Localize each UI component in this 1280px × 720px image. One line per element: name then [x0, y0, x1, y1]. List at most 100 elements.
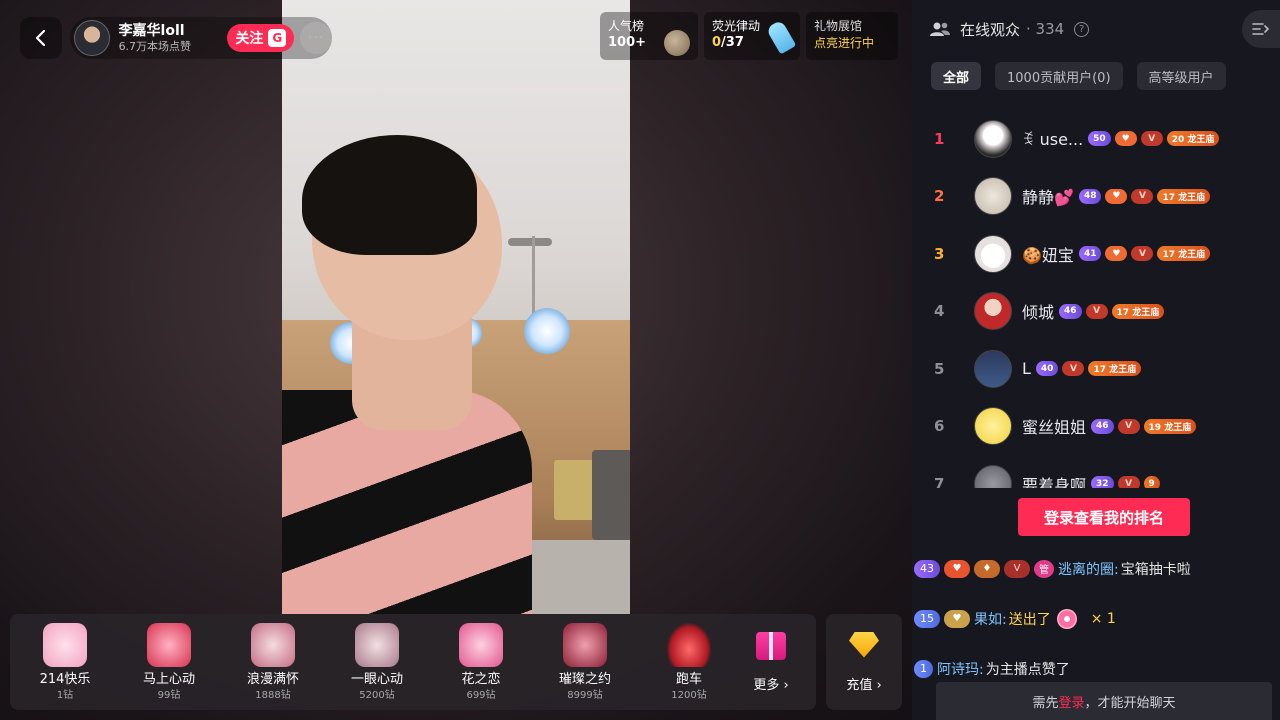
gift-item[interactable]: 马上心动 99钻 — [117, 614, 221, 710]
chat-username[interactable]: 阿诗玛: — [937, 659, 984, 679]
rank-row[interactable]: 3 🍪妞宝 41 ♥ V 17 龙王庙 — [912, 225, 1280, 283]
rank-row[interactable]: 2 静静💕 48 ♥ V 17 龙王庙 — [912, 168, 1280, 226]
vip-badge-icon: V — [1117, 476, 1140, 488]
streamer-name[interactable]: 李嘉华loll — [119, 23, 218, 40]
fluorescent-value: 0 — [712, 35, 722, 50]
gift-castle-icon — [563, 622, 607, 667]
lollipop-gift-icon — [1056, 608, 1077, 629]
audience-rank-list[interactable]: 1 ꉂ use... 50 ♥ V 20 龙王庙 2 静静💕 48 ♥ V 17… — [912, 110, 1280, 488]
vip-badge-icon: V — [1085, 303, 1108, 319]
recharge-button[interactable]: 充值 › — [826, 614, 902, 710]
tab-top-contributors[interactable]: 1000贡献用户(0) — [995, 62, 1123, 90]
back-button[interactable] — [20, 17, 62, 59]
rank-row[interactable]: 1 ꉂ use... 50 ♥ V 20 龙王庙 — [912, 110, 1280, 168]
gift-hall-title: 礼物展馆 — [814, 19, 863, 33]
avatar — [974, 234, 1012, 273]
chat-text: 送出了 — [1008, 611, 1051, 628]
gift-item[interactable]: 璀璨之约 8999钻 — [533, 614, 637, 710]
gift-price: 699钻 — [466, 689, 496, 701]
chat-message: 1 阿诗玛: 为主播点赞了 — [912, 652, 1280, 685]
gift-item[interactable]: 跑车 1200钻 — [637, 614, 741, 710]
fan-club-badge: 19 龙王庙 — [1143, 418, 1197, 434]
rank-number: 7 — [934, 474, 945, 488]
gift-price: 8999钻 — [567, 689, 603, 701]
rank-row[interactable]: 7 要着身啊 32 V 9 — [912, 455, 1280, 488]
streamer-avatar[interactable] — [74, 20, 110, 56]
diamond-icon — [849, 631, 879, 658]
rank-row[interactable]: 5 L 40 V 17 龙王庙 — [912, 340, 1280, 398]
vip-badge-icon: V — [1131, 188, 1154, 204]
avatar — [974, 177, 1012, 216]
gift-item[interactable]: 214快乐 1钻 — [13, 614, 117, 710]
gift-figure-icon — [251, 622, 295, 667]
question-icon[interactable]: ? — [1074, 21, 1090, 37]
avatar — [974, 407, 1012, 446]
avatar — [974, 349, 1012, 388]
fan-club-badge: 17 龙王庙 — [1157, 246, 1211, 262]
gift-price: 99钻 — [157, 689, 181, 701]
gift-name: 一眼心动 — [350, 671, 403, 687]
users-icon — [930, 22, 950, 36]
avatar — [974, 464, 1012, 488]
tab-all[interactable]: 全部 — [931, 62, 982, 90]
gift-item[interactable]: 浪漫满怀 1888钻 — [221, 614, 325, 710]
gift-flower-icon — [459, 622, 503, 667]
gift-more-button[interactable]: 更多 › — [741, 614, 801, 710]
gift-bar: 214快乐 1钻 马上心动 99钻 浪漫满怀 1888钻 一眼心动 5200钻 … — [10, 614, 816, 710]
audience-panel: 在线观众 · 334 ? 全部 1000贡献用户(0) 高等级用户 1 ꉂ us… — [912, 0, 1280, 720]
gift-item[interactable]: 一眼心动 5200钻 — [325, 614, 429, 710]
gift-name: 214快乐 — [39, 671, 91, 687]
gift-price: 5200钻 — [359, 689, 395, 701]
level-badge: 46 — [1059, 303, 1082, 319]
gift-figure-icon — [355, 622, 399, 667]
video-machine — [592, 450, 630, 540]
live-video[interactable] — [282, 0, 630, 614]
avatar — [974, 119, 1012, 158]
video-counter — [522, 540, 630, 614]
user-name: 🍪妞宝 — [1022, 245, 1074, 265]
video-bag — [554, 460, 594, 520]
level-badge: 40 — [1035, 361, 1059, 377]
login-link[interactable]: 登录 — [1058, 692, 1084, 711]
popularity-rank-widget[interactable]: 人气榜 100+ — [600, 12, 698, 60]
medal-icon: ♥ — [944, 609, 970, 628]
fan-badge-icon: ♥ — [1114, 131, 1137, 147]
follow-button[interactable]: 关注 G — [227, 24, 295, 52]
chat-username[interactable]: 果如: — [974, 609, 1007, 629]
level-badge: 1 — [914, 659, 933, 678]
ellipsis-icon[interactable]: ··· — [300, 22, 332, 54]
rank-row[interactable]: 6 蜜丝姐姐 46 V 19 龙王庙 — [912, 398, 1280, 456]
gift-item[interactable]: 花之恋 699钻 — [429, 614, 533, 710]
streamer-hair — [302, 135, 477, 255]
collapse-arrow-icon — [1252, 23, 1270, 35]
gift-price: 1200钻 — [671, 689, 707, 701]
fan-club-badge: 9 — [1143, 476, 1160, 488]
gift-hall-status: 点亮进行中 — [814, 36, 875, 50]
level-badge: 41 — [1078, 246, 1102, 262]
chat-text: 为主播点赞了 — [985, 661, 1070, 678]
rank-row[interactable]: 4 倾城 46 V 17 龙王庙 — [912, 283, 1280, 341]
gift-name: 马上心动 — [142, 671, 195, 687]
rank-number: 1 — [934, 129, 945, 148]
tab-high-level-users[interactable]: 高等级用户 — [1136, 62, 1226, 90]
user-name: 要着身啊 — [1022, 475, 1087, 488]
chat-feed: 43 ♥ ♦ V 管 逃离的圈: 宝箱抽卡啦 15 ♥ 果如: 送出了 × 1 … — [912, 552, 1280, 685]
gift-name: 浪漫满怀 — [246, 671, 299, 687]
collapse-panel-button[interactable] — [1242, 10, 1280, 48]
pot-icon — [664, 30, 690, 56]
gift-hall-widget[interactable]: 礼物展馆 点亮进行中 — [806, 12, 898, 60]
chat-username[interactable]: 逃离的圈: — [1058, 559, 1119, 579]
chat-prompt-suffix: ，才能开始聊天 — [1084, 695, 1176, 711]
fluorescent-rhythm-widget[interactable]: 荧光律动 0/37 — [704, 12, 800, 60]
rank-number: 6 — [934, 417, 945, 436]
vip-badge-icon: V — [1117, 418, 1140, 434]
gift-name: 璀璨之约 — [558, 671, 611, 687]
viewer-count: · 334 — [1026, 20, 1065, 38]
admin-badge-icon: 管 — [1034, 559, 1054, 578]
chat-prompt-prefix: 需先 — [1032, 695, 1059, 711]
chat-login-prompt[interactable]: 需先 登录 ，才能开始聊天 — [936, 682, 1272, 720]
chat-text: 宝箱抽卡啦 — [1120, 561, 1191, 578]
login-view-rank-button[interactable]: 登录查看我的排名 — [1018, 498, 1190, 536]
gift-name: 花之恋 — [461, 671, 501, 687]
audience-filter-tabs: 全部 1000贡献用户(0) 高等级用户 — [912, 58, 1280, 94]
